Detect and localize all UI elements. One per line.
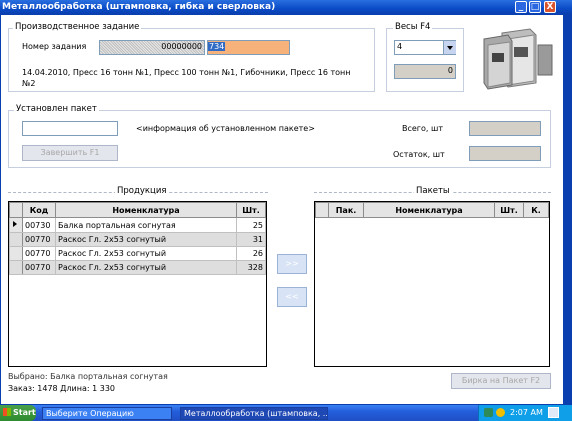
window-title: Металлообработка (штамповка, гибка и све… <box>2 2 276 12</box>
window-border <box>563 14 572 405</box>
scales-value: 0 <box>394 64 456 79</box>
package-info: <информация об установленном пакете> <box>136 124 315 133</box>
cell-name: Балка портальная согнутая <box>55 217 237 233</box>
task-number-input[interactable]: 734 <box>207 40 290 55</box>
column-qty[interactable]: Шт. <box>236 202 266 218</box>
row-selector <box>9 232 23 247</box>
cell-name: Раскос Гл. 2х53 согнутый <box>55 260 237 275</box>
cell-code: 00770 <box>22 246 56 261</box>
scale-device-icon <box>480 25 560 95</box>
selected-product-text: Выбрано: Балка портальная согнутая <box>8 372 168 381</box>
column-code[interactable]: Код <box>22 202 56 218</box>
tray-volume-icon[interactable] <box>496 408 505 417</box>
move-right-button[interactable]: >> <box>277 254 307 274</box>
cell-code: 00770 <box>22 260 56 275</box>
packages-label: Пакеты <box>414 186 452 196</box>
row-selector-header <box>9 202 23 218</box>
taskbar-item-select-operation[interactable]: Выберите Операцию <box>42 407 172 420</box>
row-selector <box>9 260 23 275</box>
row-selector-header <box>315 202 329 218</box>
package-tag-button[interactable]: Бирка на Пакет F2 <box>451 373 551 389</box>
table-row[interactable]: 00770 Раскос Гл. 2х53 согнутый 31 <box>9 232 266 247</box>
task-number-suffix: 734 <box>208 42 226 51</box>
minimize-button[interactable]: _ <box>515 1 527 13</box>
move-left-button[interactable]: << <box>277 287 307 307</box>
scales-selected-value: 4 <box>397 42 403 51</box>
cell-code: 00770 <box>22 232 56 247</box>
column-name[interactable]: Номенклатура <box>55 202 237 218</box>
column-qty[interactable]: Шт. <box>494 202 524 218</box>
complete-button[interactable]: Завершить F1 <box>22 145 118 161</box>
table-row[interactable]: 00770 Раскос Гл. 2х53 согнутый 26 <box>9 246 266 261</box>
package-label: Установлен пакет <box>14 104 99 114</box>
table-row[interactable]: 00730 Балка портальная согнутая 25 <box>9 217 266 233</box>
row-current-indicator-icon <box>9 217 23 233</box>
cell-qty: 25 <box>236 217 266 233</box>
column-k[interactable]: К. <box>523 202 549 218</box>
close-button[interactable]: X <box>544 1 556 13</box>
production-task-label: Производственное задание <box>13 22 142 32</box>
cell-qty: 328 <box>236 260 266 275</box>
packages-grid[interactable]: Пак. Номенклатура Шт. К. <box>314 201 550 367</box>
start-button[interactable]: Start <box>0 405 36 421</box>
task-number-field[interactable]: 00000000 <box>99 40 205 55</box>
package-input[interactable] <box>22 121 118 136</box>
column-name[interactable]: Номенклатура <box>363 202 495 218</box>
row-selector <box>9 246 23 261</box>
task-description: 14.04.2010, Пресс 16 тонн №1, Пресс 100 … <box>22 68 351 88</box>
products-label: Продукция <box>115 186 169 196</box>
remaining-field <box>469 146 541 161</box>
tray-app-icon[interactable] <box>548 407 559 418</box>
products-grid[interactable]: Код Номенклатура Шт. 00730 Балка порталь… <box>8 201 267 367</box>
start-label: Start <box>13 408 36 417</box>
task-number-label: Номер задания <box>22 42 87 51</box>
table-row[interactable]: 00770 Раскос Гл. 2х53 согнутый 328 <box>9 260 266 275</box>
cell-qty: 26 <box>236 246 266 261</box>
scales-label: Весы F4 <box>393 22 433 32</box>
cell-code: 00730 <box>22 217 56 233</box>
clock: 2:07 AM <box>510 408 543 417</box>
total-label: Всего, шт <box>402 124 443 133</box>
cell-name: Раскос Гл. 2х53 согнутый <box>55 232 237 247</box>
tray-network-icon[interactable] <box>484 408 493 417</box>
dropdown-arrow-icon[interactable] <box>443 41 456 54</box>
order-info: Заказ: 1478 Длина: 1 330 <box>8 384 115 393</box>
maximize-button[interactable]: □ <box>529 1 541 13</box>
scales-group <box>386 28 464 92</box>
windows-logo-icon <box>3 408 11 416</box>
remaining-label: Остаток, шт <box>393 150 445 159</box>
cell-qty: 31 <box>236 232 266 247</box>
taskbar-item-metalworking[interactable]: Металлообработка (штамповка, ... <box>180 407 328 420</box>
column-package[interactable]: Пак. <box>328 202 364 218</box>
total-field <box>469 121 541 136</box>
cell-name: Раскос Гл. 2х53 согнутый <box>55 246 237 261</box>
